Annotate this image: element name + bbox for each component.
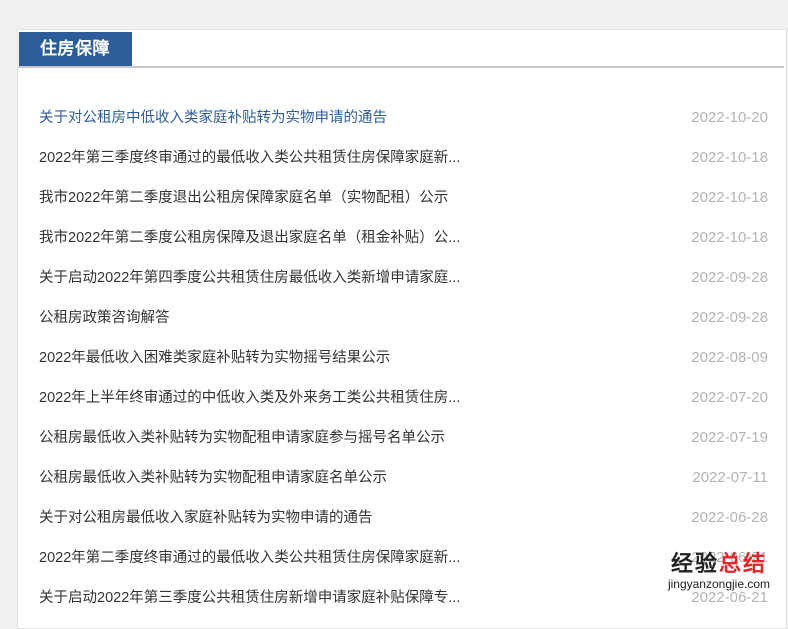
- notice-link[interactable]: 公租房政策咨询解答: [39, 298, 170, 338]
- notice-list: 关于对公租房中低收入类家庭补贴转为实物申请的通告 2022-10-20 2022…: [18, 98, 788, 618]
- notice-link[interactable]: 2022年第三季度终审通过的最低收入类公共租赁住房保障家庭新...: [39, 138, 460, 178]
- section-tab-housing-security[interactable]: 住房保障: [19, 32, 132, 66]
- notice-link[interactable]: 我市2022年第二季度公租房保障及退出家庭名单（租金补贴）公...: [39, 218, 460, 258]
- list-item: 2022年第三季度终审通过的最低收入类公共租赁住房保障家庭新... 2022-1…: [18, 138, 788, 178]
- list-item: 关于启动2022年第三季度公共租赁住房新增申请家庭补贴保障专... 2022-0…: [18, 578, 788, 618]
- list-item: 关于对公租房中低收入类家庭补贴转为实物申请的通告 2022-10-20: [18, 98, 788, 138]
- list-item: 2022年最低收入困难类家庭补贴转为实物摇号结果公示 2022-08-09: [18, 338, 788, 378]
- housing-security-panel: 住房保障 关于对公租房中低收入类家庭补贴转为实物申请的通告 2022-10-20…: [17, 29, 787, 629]
- notice-date: 2022-06-21: [691, 538, 768, 578]
- notice-date: 2022-08-09: [691, 338, 768, 378]
- notice-date: 2022-07-11: [692, 458, 768, 498]
- notice-date: 2022-06-28: [691, 498, 768, 538]
- notice-date: 2022-07-20: [691, 378, 768, 418]
- list-item: 我市2022年第二季度退出公租房保障家庭名单（实物配租）公示 2022-10-1…: [18, 178, 788, 218]
- notice-link[interactable]: 公租房最低收入类补贴转为实物配租申请家庭名单公示: [39, 458, 387, 498]
- list-item: 2022年第二季度终审通过的最低收入类公共租赁住房保障家庭新... 2022-0…: [18, 538, 788, 578]
- list-item: 2022年上半年终审通过的中低收入类及外来务工类公共租赁住房... 2022-0…: [18, 378, 788, 418]
- notice-link[interactable]: 2022年第二季度终审通过的最低收入类公共租赁住房保障家庭新...: [39, 538, 460, 578]
- notice-link[interactable]: 2022年最低收入困难类家庭补贴转为实物摇号结果公示: [39, 338, 390, 378]
- notice-date: 2022-09-28: [691, 258, 768, 298]
- list-item: 我市2022年第二季度公租房保障及退出家庭名单（租金补贴）公... 2022-1…: [18, 218, 788, 258]
- section-header: 住房保障: [18, 30, 784, 68]
- notice-date: 2022-10-18: [691, 218, 768, 258]
- list-item: 关于对公租房最低收入家庭补贴转为实物申请的通告 2022-06-28: [18, 498, 788, 538]
- notice-link[interactable]: 2022年上半年终审通过的中低收入类及外来务工类公共租赁住房...: [39, 378, 460, 418]
- list-item: 公租房最低收入类补贴转为实物配租申请家庭参与摇号名单公示 2022-07-19: [18, 418, 788, 458]
- notice-date: 2022-10-18: [691, 178, 768, 218]
- notice-link[interactable]: 关于启动2022年第三季度公共租赁住房新增申请家庭补贴保障专...: [39, 578, 460, 618]
- notice-date: 2022-10-20: [691, 98, 768, 138]
- notice-date: 2022-10-18: [691, 138, 768, 178]
- notice-link[interactable]: 我市2022年第二季度退出公租房保障家庭名单（实物配租）公示: [39, 178, 448, 218]
- notice-link[interactable]: 关于对公租房最低收入家庭补贴转为实物申请的通告: [39, 498, 373, 538]
- list-item: 关于启动2022年第四季度公共租赁住房最低收入类新增申请家庭... 2022-0…: [18, 258, 788, 298]
- notice-date: 2022-09-28: [691, 298, 768, 338]
- list-item: 公租房政策咨询解答 2022-09-28: [18, 298, 788, 338]
- list-item: 公租房最低收入类补贴转为实物配租申请家庭名单公示 2022-07-11: [18, 458, 788, 498]
- notice-date: 2022-07-19: [691, 418, 768, 458]
- notice-date: 2022-06-21: [691, 578, 768, 618]
- notice-link[interactable]: 关于启动2022年第四季度公共租赁住房最低收入类新增申请家庭...: [39, 258, 460, 298]
- notice-link[interactable]: 公租房最低收入类补贴转为实物配租申请家庭参与摇号名单公示: [39, 418, 445, 458]
- notice-link[interactable]: 关于对公租房中低收入类家庭补贴转为实物申请的通告: [39, 98, 387, 138]
